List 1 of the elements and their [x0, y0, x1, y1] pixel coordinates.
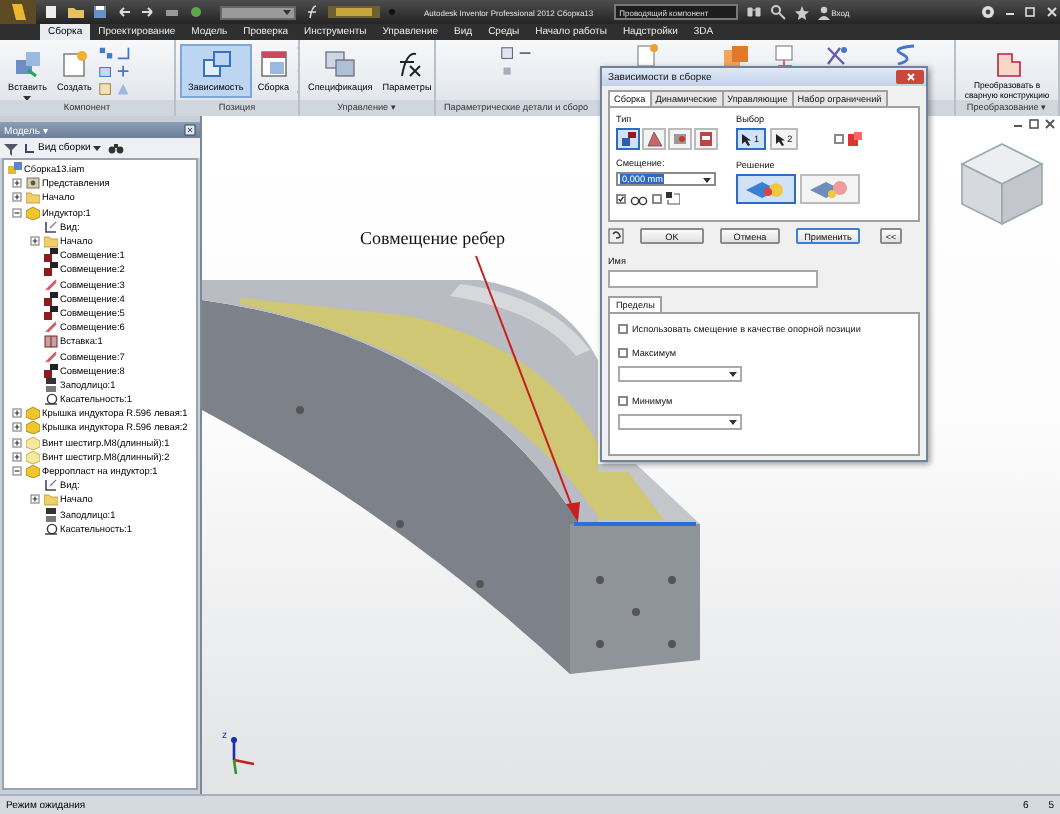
annotation-label: Совмещение ребер	[360, 228, 506, 248]
